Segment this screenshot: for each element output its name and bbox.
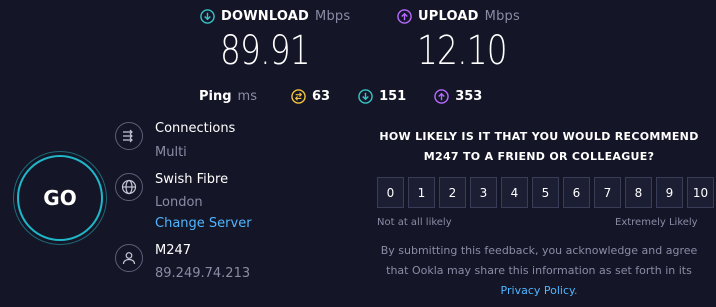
connections-title: Connections xyxy=(155,121,236,136)
disclaimer-end: . xyxy=(573,284,578,297)
upload-latency-icon xyxy=(434,89,449,104)
survey-score-2-button[interactable]: 2 xyxy=(439,177,466,208)
server-location: London xyxy=(155,195,203,210)
download-latency-icon xyxy=(358,89,373,104)
provider-ip: 89.249.74.213 xyxy=(155,266,251,281)
survey-score-1-button[interactable]: 1 xyxy=(408,177,435,208)
survey-score-7-button[interactable]: 7 xyxy=(594,177,621,208)
ping-row: Ping ms 63 151 353 xyxy=(199,89,504,104)
go-label: GO xyxy=(43,186,77,210)
ping-download-value: 151 xyxy=(379,89,407,104)
survey-scale: 0 1 2 3 4 5 6 7 8 9 10 xyxy=(377,177,714,208)
survey-score-5-button[interactable]: 5 xyxy=(532,177,559,208)
upload-circle-icon xyxy=(397,9,412,24)
ping-label: Ping xyxy=(199,89,232,104)
download-value: 89.91 xyxy=(220,28,311,74)
disclaimer-text: By submitting this feedback, you acknowl… xyxy=(380,244,698,277)
globe-icon xyxy=(115,173,143,201)
upload-unit: Mbps xyxy=(484,9,520,24)
connections-mode[interactable]: Multi xyxy=(155,145,187,160)
survey-score-4-button[interactable]: 4 xyxy=(501,177,528,208)
survey-disclaimer: By submitting this feedback, you acknowl… xyxy=(369,241,709,301)
ping-idle-value: 63 xyxy=(311,89,331,104)
survey-score-10-button[interactable]: 10 xyxy=(687,177,714,208)
privacy-policy-link[interactable]: Privacy Policy xyxy=(501,284,574,297)
survey-score-8-button[interactable]: 8 xyxy=(625,177,652,208)
upload-header: UPLOAD Mbps xyxy=(397,9,520,24)
connections-icon xyxy=(115,122,143,150)
server-name: Swish Fibre xyxy=(155,172,229,187)
user-icon xyxy=(115,244,143,272)
ping-upload-value: 353 xyxy=(455,89,483,104)
survey-score-9-button[interactable]: 9 xyxy=(656,177,683,208)
upload-label: UPLOAD xyxy=(418,9,479,24)
go-button[interactable]: GO xyxy=(17,155,103,241)
survey-question: HOW LIKELY IS IT THAT YOU WOULD RECOMMEN… xyxy=(379,130,699,163)
survey-high-label: Extremely Likely xyxy=(615,217,698,228)
download-label: DOWNLOAD xyxy=(221,9,310,24)
provider-name: M247 xyxy=(155,243,192,258)
change-server-link[interactable]: Change Server xyxy=(155,216,252,231)
download-unit: Mbps xyxy=(315,9,351,24)
survey-score-3-button[interactable]: 3 xyxy=(470,177,497,208)
download-header: DOWNLOAD Mbps xyxy=(200,9,350,24)
ping-unit: ms xyxy=(237,89,257,104)
survey-score-0-button[interactable]: 0 xyxy=(377,177,404,208)
upload-value: 12.10 xyxy=(417,28,508,74)
survey-low-label: Not at all likely xyxy=(377,217,452,228)
download-circle-icon xyxy=(200,9,215,24)
survey-score-6-button[interactable]: 6 xyxy=(563,177,590,208)
idle-latency-icon xyxy=(291,89,306,104)
